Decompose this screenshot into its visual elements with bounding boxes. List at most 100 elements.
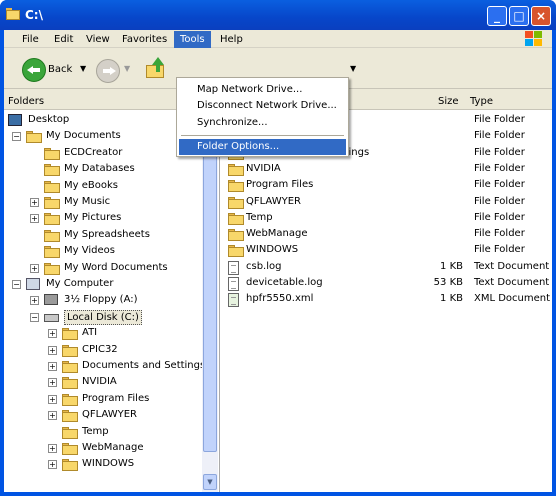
folder-icon bbox=[62, 442, 78, 455]
file-type: File Folder bbox=[474, 244, 525, 256]
tree-node-label: 3½ Floppy (A:) bbox=[64, 294, 138, 306]
expand-icon[interactable]: + bbox=[48, 394, 57, 404]
expand-icon[interactable]: + bbox=[30, 263, 39, 273]
tree-node[interactable]: − My Computer bbox=[4, 276, 202, 292]
tree-node[interactable]: + My Pictures bbox=[4, 210, 202, 226]
forward-button[interactable] bbox=[96, 59, 120, 83]
tree-node[interactable]: My eBooks bbox=[4, 178, 202, 194]
tree-node[interactable]: + Program Files bbox=[4, 391, 202, 407]
collapse-icon[interactable]: − bbox=[12, 280, 21, 289]
tree-node[interactable]: My Videos bbox=[4, 243, 202, 259]
xml-file-icon bbox=[228, 293, 239, 308]
my-documents-icon bbox=[26, 130, 42, 144]
expand-icon[interactable]: + bbox=[48, 444, 57, 453]
expand-icon[interactable]: + bbox=[30, 296, 39, 306]
menu-edit[interactable]: Edit bbox=[48, 31, 79, 48]
tree-node[interactable]: + CPIC32 bbox=[4, 342, 202, 358]
close-button[interactable]: × bbox=[531, 6, 551, 26]
tree-node-label: Program Files bbox=[82, 392, 150, 404]
file-row[interactable]: devicetable.log 53 KB Text Document bbox=[220, 275, 553, 291]
tree-node[interactable]: Desktop bbox=[4, 112, 202, 128]
expand-icon[interactable]: + bbox=[48, 329, 57, 339]
folder-icon bbox=[228, 228, 244, 242]
back-label: Back bbox=[48, 64, 73, 75]
map-network-drive-item[interactable]: Map Network Drive... bbox=[179, 82, 346, 98]
file-row[interactable]: WebManage File Folder bbox=[220, 226, 553, 242]
tree-node-label: NVIDIA bbox=[82, 376, 117, 388]
collapse-icon[interactable]: − bbox=[12, 132, 21, 142]
file-name: csb.log bbox=[246, 260, 282, 272]
window-client: File Edit View Favorites Tools Help Back… bbox=[4, 30, 552, 492]
menu-help[interactable]: Help bbox=[214, 31, 249, 48]
type-column-header[interactable]: Type bbox=[470, 96, 493, 107]
title-bar[interactable]: C:\ _ □ × bbox=[0, 0, 556, 30]
tree-node[interactable]: + My Word Documents bbox=[4, 260, 202, 276]
tools-menu: Map Network Drive... Disconnect Network … bbox=[176, 77, 349, 157]
folder-icon bbox=[44, 262, 60, 275]
tree-node[interactable]: + QFLAWYER bbox=[4, 407, 202, 423]
menu-view[interactable]: View bbox=[80, 31, 116, 48]
tree-node-label: CPIC32 bbox=[82, 343, 118, 355]
tree-node-label: WINDOWS bbox=[82, 458, 135, 470]
file-name: NVIDIA bbox=[246, 162, 281, 174]
file-row[interactable]: csb.log 1 KB Text Document bbox=[220, 259, 553, 275]
menu-tools[interactable]: Tools bbox=[174, 31, 211, 48]
tree-node[interactable]: − My Documents bbox=[4, 128, 202, 144]
tree-node[interactable]: My Databases bbox=[4, 161, 202, 177]
back-arrow-icon bbox=[22, 58, 46, 82]
expand-icon[interactable]: + bbox=[48, 362, 57, 371]
tree-node[interactable]: + WINDOWS bbox=[4, 456, 202, 472]
maximize-button[interactable]: □ bbox=[509, 6, 529, 26]
file-row[interactable]: WINDOWS File Folder bbox=[220, 242, 553, 258]
back-dropdown-icon[interactable]: ▼ bbox=[80, 64, 86, 73]
file-type: File Folder bbox=[474, 211, 525, 223]
views-dropdown-icon[interactable]: ▼ bbox=[350, 64, 356, 73]
tree-node[interactable]: + WebManage bbox=[4, 440, 202, 456]
tree-scrollbar[interactable]: ▲▼ bbox=[202, 110, 218, 492]
tree-node[interactable]: My Spreadsheets bbox=[4, 227, 202, 243]
up-folder-button[interactable] bbox=[144, 57, 168, 81]
folder-icon bbox=[62, 393, 78, 406]
disconnect-network-drive-item[interactable]: Disconnect Network Drive... bbox=[179, 98, 346, 114]
file-row[interactable]: NVIDIA File Folder bbox=[220, 161, 553, 177]
tree-node[interactable]: +3½ Floppy (A:) bbox=[4, 292, 202, 308]
tree-node-label: My Word Documents bbox=[64, 261, 168, 273]
tree-node[interactable]: + ATI bbox=[4, 325, 202, 341]
expand-icon[interactable]: + bbox=[48, 378, 57, 388]
tree-node[interactable]: ECDCreator bbox=[4, 145, 202, 161]
folder-icon bbox=[44, 196, 60, 209]
tree-node[interactable]: Temp bbox=[4, 424, 202, 440]
tree-node[interactable]: + NVIDIA bbox=[4, 374, 202, 390]
window-title: C:\ bbox=[25, 8, 43, 22]
tree-node-label: ATI bbox=[82, 327, 98, 339]
expand-icon[interactable]: + bbox=[48, 460, 57, 470]
forward-dropdown-icon[interactable]: ▼ bbox=[124, 64, 130, 73]
expand-icon[interactable]: + bbox=[30, 214, 39, 224]
tree-node[interactable]: + Documents and Settings bbox=[4, 358, 205, 374]
folder-icon bbox=[62, 426, 78, 439]
scroll-down-icon[interactable]: ▼ bbox=[203, 474, 217, 490]
tree-node[interactable]: + My Music bbox=[4, 194, 202, 210]
menu-favorites[interactable]: Favorites bbox=[116, 31, 173, 48]
file-row[interactable]: hpfr5550.xml 1 KB XML Document bbox=[220, 291, 553, 308]
expand-icon[interactable]: + bbox=[48, 345, 57, 355]
synchronize-item[interactable]: Synchronize... bbox=[179, 115, 346, 131]
menu-file[interactable]: File bbox=[16, 31, 45, 48]
file-row[interactable]: QFLAWYER File Folder bbox=[220, 194, 553, 210]
tree-node-label: Desktop bbox=[28, 114, 70, 125]
minimize-button[interactable]: _ bbox=[487, 6, 507, 26]
file-type: File Folder bbox=[474, 162, 525, 174]
tree-node[interactable]: − Local Disk (C:) bbox=[4, 309, 202, 325]
size-column-header[interactable]: Size bbox=[438, 96, 459, 107]
scroll-thumb[interactable] bbox=[203, 132, 217, 452]
expand-icon[interactable]: + bbox=[30, 198, 39, 207]
expand-icon[interactable]: + bbox=[48, 411, 57, 421]
folders-tree: Desktop − My Documents ECDCreator My Databas… bbox=[4, 110, 219, 492]
folder-icon bbox=[44, 163, 60, 177]
folder-icon bbox=[44, 212, 60, 226]
file-row[interactable]: Program Files File Folder bbox=[220, 177, 553, 193]
collapse-icon[interactable]: − bbox=[30, 312, 39, 322]
folder-options-item[interactable]: Folder Options... bbox=[179, 139, 346, 155]
folder-icon bbox=[62, 360, 78, 373]
file-row[interactable]: Temp File Folder bbox=[220, 210, 553, 226]
